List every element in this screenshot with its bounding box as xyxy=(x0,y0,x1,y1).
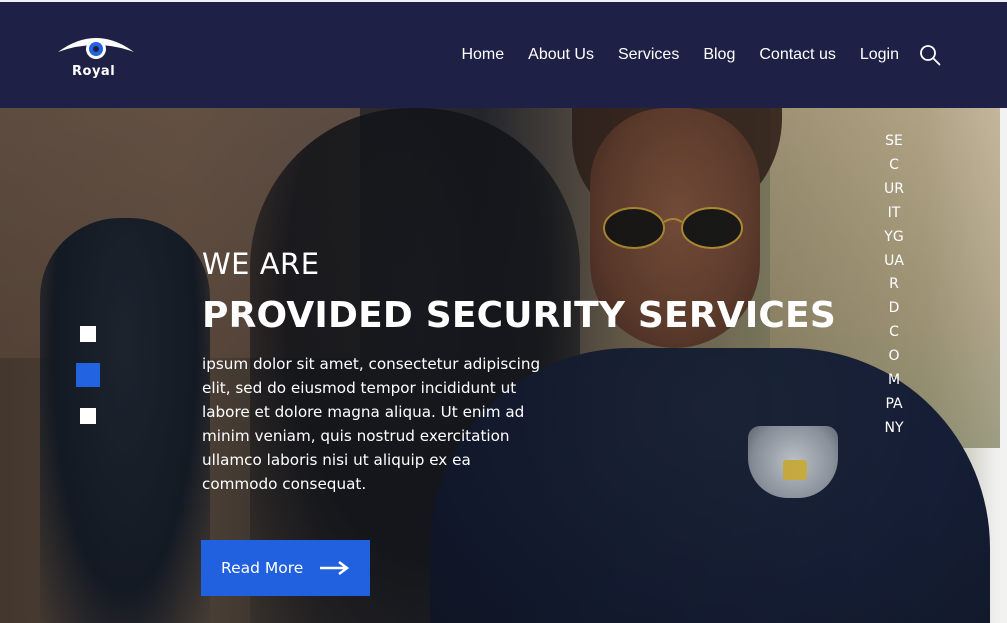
nav-services[interactable]: Services xyxy=(618,46,679,64)
eye-logo-icon xyxy=(58,38,134,59)
site-header: Royal Home About Us Services Blog Contac… xyxy=(0,0,1007,108)
brand-name: Royal xyxy=(72,64,116,79)
arrow-right-icon xyxy=(320,561,350,575)
vertical-tagline: SECURITYGUARDCOMPANY xyxy=(884,133,904,436)
hero-eyebrow-wrap: WE ARE xyxy=(202,250,320,279)
slider-dot-1[interactable] xyxy=(80,326,96,342)
nav-blog[interactable]: Blog xyxy=(703,46,735,64)
main-nav: Home About Us Services Blog Contact us L… xyxy=(437,44,941,66)
nav-home[interactable]: Home xyxy=(461,46,504,64)
hero-description: ipsum dolor sit amet, consectetur adipis… xyxy=(202,355,541,493)
read-more-button[interactable]: Read More xyxy=(201,540,370,596)
hero-headline: PROVIDED SECURITY SERVICES xyxy=(202,295,836,336)
slider-dot-2-active[interactable] xyxy=(76,363,100,387)
nav-login[interactable]: Login xyxy=(860,46,899,64)
read-more-label: Read More xyxy=(221,559,304,577)
hero-eyebrow: WE ARE xyxy=(202,247,320,281)
nav-about-us[interactable]: About Us xyxy=(528,46,594,64)
search-icon[interactable] xyxy=(919,44,941,66)
brand-logo[interactable]: Royal xyxy=(56,32,136,82)
nav-contact-us[interactable]: Contact us xyxy=(759,46,835,64)
slider-dot-3[interactable] xyxy=(80,408,96,424)
